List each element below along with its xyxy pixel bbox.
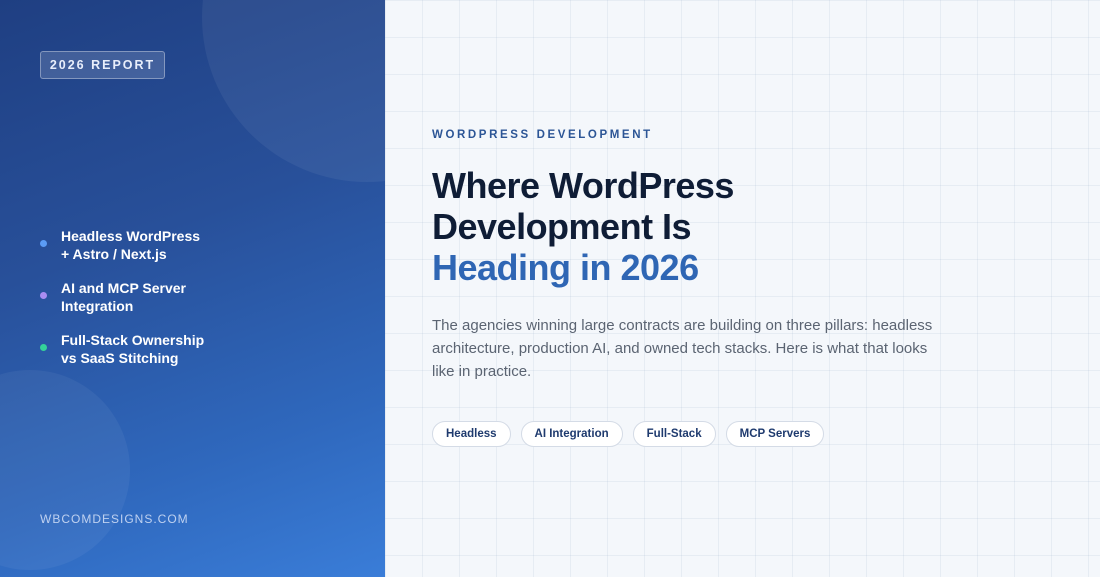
bullet-dot-icon xyxy=(40,344,47,351)
pillar-line-1: Headless WordPress xyxy=(61,228,201,244)
pillar-item-full-stack: Full-Stack Ownership vs SaaS Stitching xyxy=(40,332,221,367)
eyebrow-label: WORDPRESS DEVELOPMENT xyxy=(432,129,653,141)
tag-ai-integration[interactable]: AI Integration xyxy=(520,421,623,447)
pillar-item-ai-mcp: AI and MCP Server Integration xyxy=(40,280,221,315)
headline-line-1: Where WordPress xyxy=(432,165,734,206)
bullet-dot-icon xyxy=(40,240,47,247)
site-url: WBCOMDESIGNS.COM xyxy=(40,512,189,526)
pillar-line-2: + Astro / Next.js xyxy=(61,245,167,262)
report-badge: 2026 REPORT xyxy=(40,51,165,79)
right-panel: WORDPRESS DEVELOPMENT Where WordPress De… xyxy=(385,0,1100,577)
decorative-circle-top xyxy=(202,0,385,182)
tag-mcp-servers[interactable]: MCP Servers xyxy=(725,421,825,447)
description: The agencies winning large contracts are… xyxy=(432,317,933,380)
headline-line-2: Development Is xyxy=(432,206,692,247)
tag-headless[interactable]: Headless xyxy=(432,421,511,447)
pillar-list: Headless WordPress + Astro / Next.js AI … xyxy=(40,228,221,384)
left-panel: 2026 REPORT Headless WordPress + Astro /… xyxy=(0,0,385,577)
tag-list: Headless AI Integration Full-Stack MCP S… xyxy=(432,421,825,447)
page-title: Where WordPress Development Is Heading i… xyxy=(432,165,892,288)
bullet-dot-icon xyxy=(40,292,47,299)
tag-full-stack[interactable]: Full-Stack xyxy=(632,421,716,447)
pillar-item-headless: Headless WordPress + Astro / Next.js xyxy=(40,228,221,263)
pillar-line-1: Full-Stack Ownership xyxy=(61,332,205,348)
pillar-line-1: AI and MCP Server xyxy=(61,280,187,296)
headline-accent: Heading in 2026 xyxy=(432,247,699,288)
pillar-line-2: Integration xyxy=(61,297,134,314)
hero-banner: 2026 REPORT Headless WordPress + Astro /… xyxy=(0,0,1100,577)
pillar-line-2: vs SaaS Stitching xyxy=(61,349,179,366)
decorative-circle-bottom xyxy=(0,370,130,570)
